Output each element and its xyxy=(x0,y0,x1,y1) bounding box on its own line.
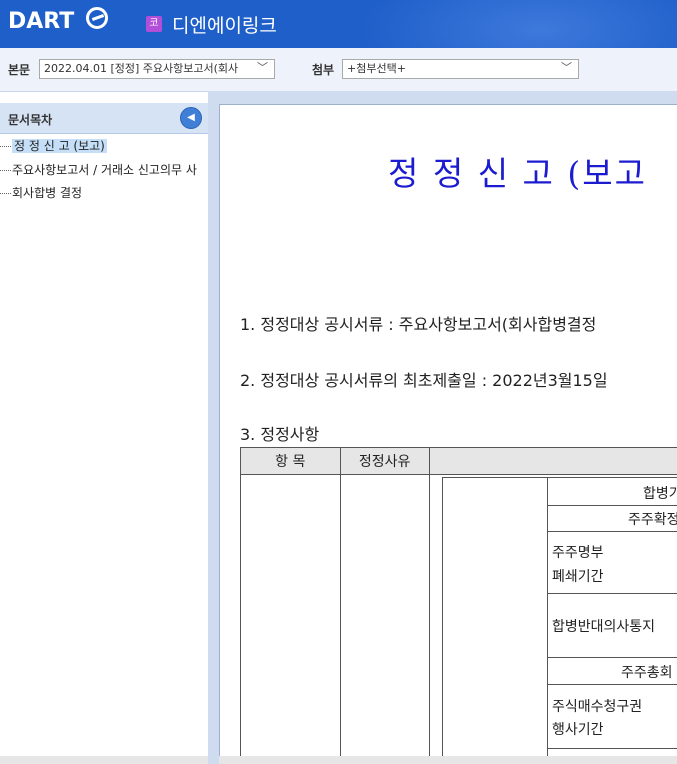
table-cell-reason xyxy=(339,474,430,757)
row-label-exercise-period: 행사기간 xyxy=(552,722,604,738)
toolbar: 본문 2022.04.01 [정정] 주요사항보고서(회사 ﹀ 첨부 +첨부선택… xyxy=(0,48,677,92)
collapse-sidebar-button[interactable]: ◀ xyxy=(180,107,202,129)
amendment-target-line: 1. 정정대상 공시서류 : 주요사항보고서(회사합병결정 xyxy=(240,315,597,334)
row-label-register: 주주명부 xyxy=(552,545,604,561)
schedule-header-shareholder-record: 주주확정 xyxy=(628,512,677,528)
company-name: 디엔에이링크 xyxy=(172,15,277,37)
body-select[interactable]: 2022.04.01 [정정] 주요사항보고서(회사 ﹀ xyxy=(39,59,275,79)
row-label-appraisal-right: 주식매수청구권 xyxy=(552,699,643,715)
toc-item-label: 정 정 신 고 (보고) xyxy=(12,139,107,153)
attach-label: 첨부 xyxy=(312,63,335,77)
table-cell-item xyxy=(240,474,341,757)
column-header-item: 항 목 xyxy=(240,447,341,475)
header-decoration xyxy=(360,0,677,48)
body-label: 본문 xyxy=(8,63,31,77)
divider xyxy=(547,657,677,658)
column-header-reason: 정정사유 xyxy=(339,447,430,475)
company-badge-icon: 코 xyxy=(146,16,162,32)
toc-header: 문서목차 ◀ xyxy=(0,103,208,134)
attach-select-value: +첨부선택+ xyxy=(347,62,406,75)
body-select-value: 2022.04.01 [정정] 주요사항보고서(회사 xyxy=(44,62,239,75)
document-title: 정 정 신 고 (보고 xyxy=(388,154,647,193)
toc-item-report[interactable]: 주요사항보고서 / 거래소 신고의무 사 xyxy=(0,160,197,180)
dart-logo[interactable]: DART xyxy=(8,9,74,34)
row-label-closure: 폐쇄기간 xyxy=(552,569,604,585)
toc-item-amendment[interactable]: 정 정 신 고 (보고) xyxy=(0,136,107,156)
nested-schedule-table: 합병기 주주확정 주주명부 폐쇄기간 합병반대의사통지 주주총회 주식매수청구권… xyxy=(442,477,677,757)
amendment-items-heading: 3. 정정사항 xyxy=(240,425,320,444)
tree-connector xyxy=(0,146,11,147)
dart-logo-mark-icon xyxy=(86,7,108,29)
document-viewer: 정 정 신 고 (보고 1. 정정대상 공시서류 : 주요사항보고서(회사합병결… xyxy=(219,104,677,757)
document-horizontal-scrollbar[interactable] xyxy=(219,756,677,764)
divider xyxy=(547,593,677,594)
divider xyxy=(547,531,677,532)
tree-connector xyxy=(0,193,11,194)
attach-select[interactable]: +첨부선택+ ﹀ xyxy=(342,59,579,79)
toc-title: 문서목차 xyxy=(8,113,53,127)
column-header-content xyxy=(428,447,677,475)
chevron-down-icon: ﹀ xyxy=(257,61,268,74)
schedule-header-general-meeting: 주주총회 xyxy=(621,665,673,681)
tree-connector xyxy=(0,170,11,171)
toc-item-merger[interactable]: 회사합병 결정 xyxy=(0,183,82,203)
divider xyxy=(547,684,677,685)
schedule-header-merger: 합병기 xyxy=(643,486,677,502)
divider xyxy=(547,505,677,506)
row-label-dissent-notice: 합병반대의사통지 xyxy=(552,619,656,635)
initial-submission-line: 2. 정정대상 공시서류의 최초제출일 : 2022년3월15일 xyxy=(240,371,608,390)
divider xyxy=(547,478,548,757)
toc-item-label: 주요사항보고서 / 거래소 신고의무 사 xyxy=(12,163,197,177)
top-header: DART 코 디엔에이링크 xyxy=(0,0,677,48)
toc-item-label: 회사합병 결정 xyxy=(12,186,83,200)
divider xyxy=(547,748,677,749)
sidebar-horizontal-scrollbar[interactable] xyxy=(0,756,208,764)
toc-sidebar: 문서목차 ◀ 정 정 신 고 (보고) 주요사항보고서 / 거래소 신고의무 사… xyxy=(0,103,209,764)
chevron-down-icon: ﹀ xyxy=(561,61,572,74)
